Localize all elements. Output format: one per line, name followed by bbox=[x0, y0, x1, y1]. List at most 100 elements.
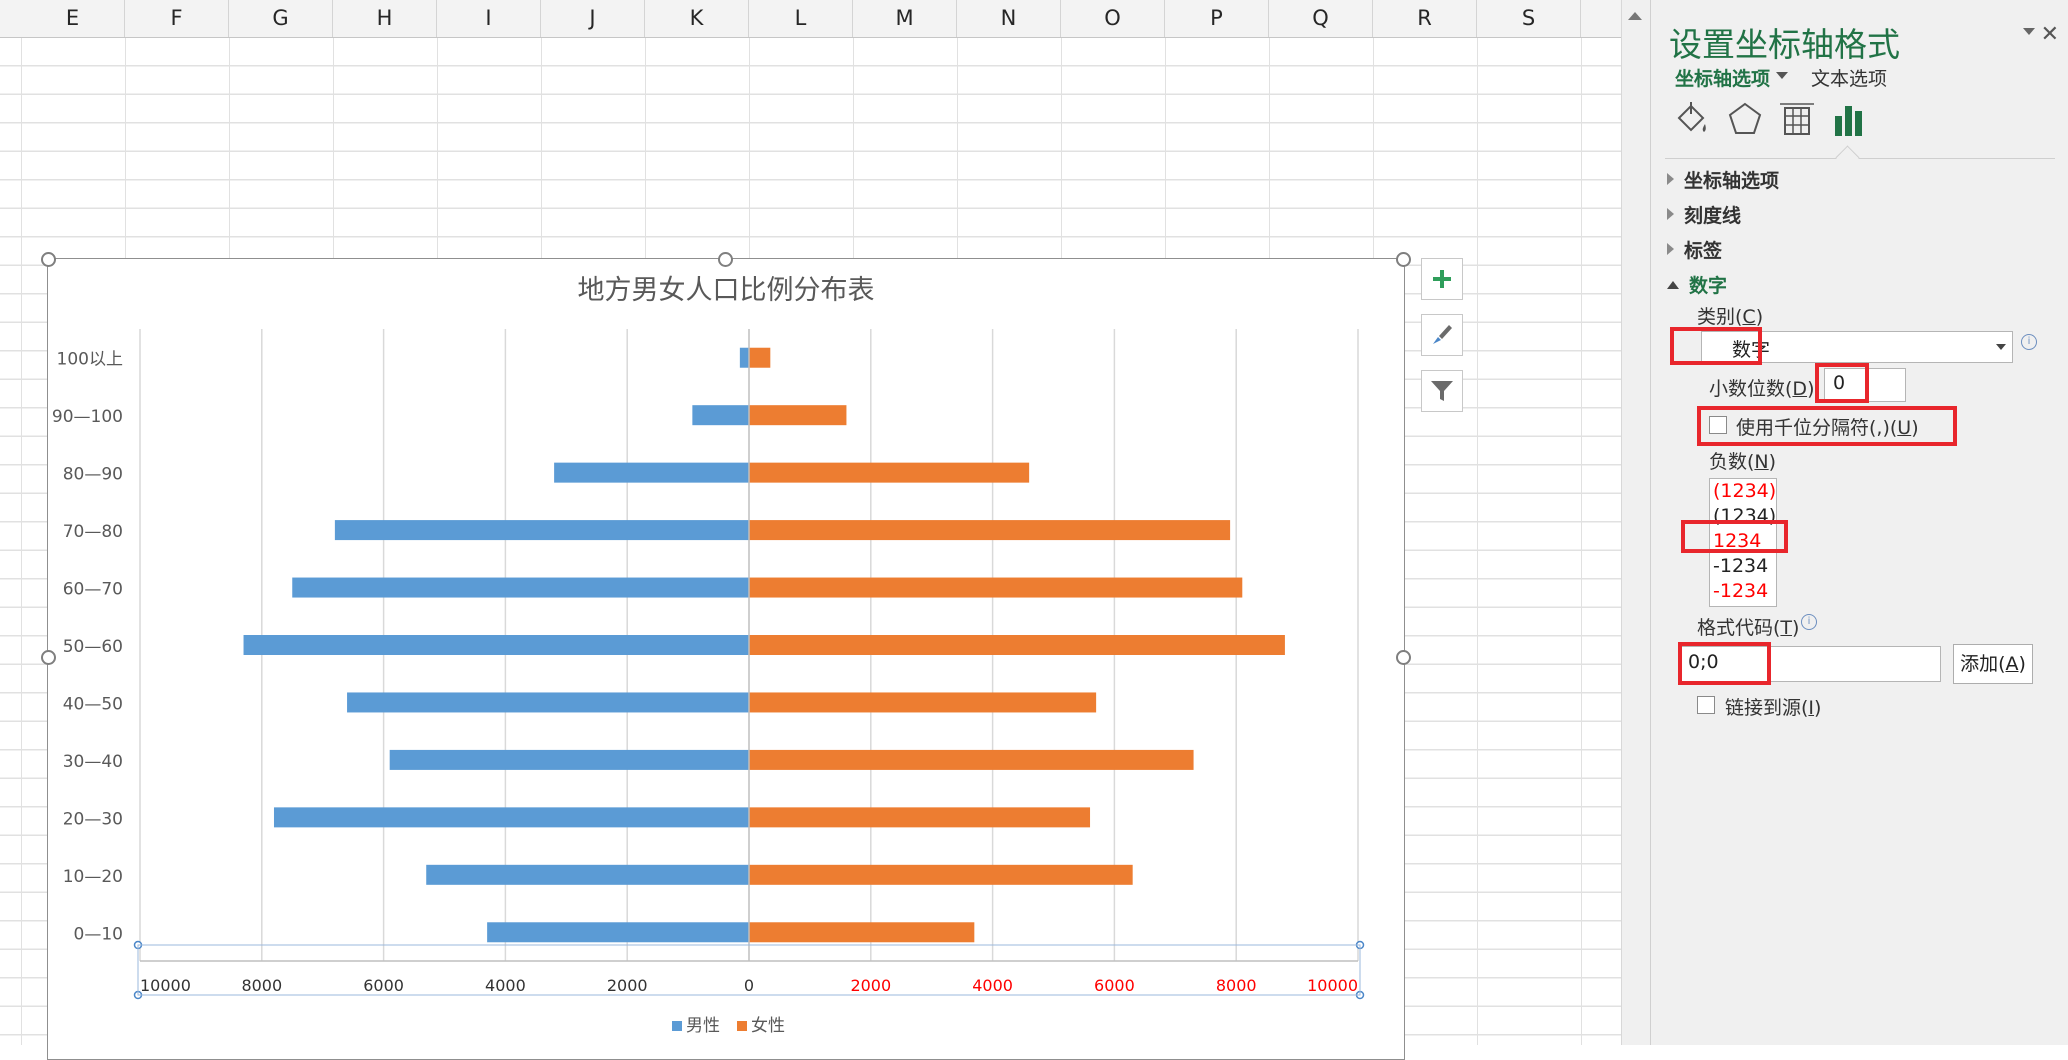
bar-female bbox=[749, 520, 1231, 541]
column-header-I[interactable]: I bbox=[437, 0, 541, 37]
resize-handle-top-right[interactable] bbox=[1396, 252, 1411, 267]
resize-handle-middle-left[interactable] bbox=[41, 650, 56, 665]
legend-label: 女性 bbox=[751, 1016, 785, 1036]
x-tick-label: 4000 bbox=[972, 976, 1013, 995]
column-header-Q[interactable]: Q bbox=[1269, 0, 1373, 37]
section-number[interactable]: 数字 bbox=[1667, 271, 1727, 298]
bar-male bbox=[389, 749, 749, 770]
thousands-separator-label: 使用千位分隔符(,)(U) bbox=[1736, 417, 1919, 439]
bar-female bbox=[749, 692, 1097, 713]
bar-male bbox=[292, 577, 749, 598]
link-to-source-label: 链接到源(I) bbox=[1725, 697, 1822, 719]
chart-elements-button[interactable] bbox=[1421, 258, 1463, 300]
pane-title: 设置坐标轴格式 bbox=[1669, 25, 1900, 64]
category-label: 20—30 bbox=[63, 809, 123, 829]
legend-swatch bbox=[672, 1021, 682, 1031]
negative-option[interactable]: (1234) bbox=[1710, 504, 1776, 529]
bar-male bbox=[487, 922, 749, 943]
section-tick-marks[interactable]: 刻度线 bbox=[1667, 201, 1741, 228]
negative-numbers-list[interactable]: (1234) (1234) 1234 -1234 -1234 bbox=[1709, 478, 1777, 607]
x-tick-label: 10000 bbox=[140, 976, 191, 995]
x-tick-label: 6000 bbox=[1094, 976, 1135, 995]
legend-swatch bbox=[737, 1021, 747, 1031]
bar-male bbox=[692, 405, 749, 426]
x-tick-label: 10000 bbox=[1307, 976, 1358, 995]
negative-option[interactable]: -1234 bbox=[1710, 579, 1776, 604]
decimal-places-input[interactable]: 0 bbox=[1824, 368, 1906, 402]
effects-pentagon-icon[interactable] bbox=[1725, 100, 1765, 140]
bar-female bbox=[749, 749, 1194, 770]
format-code-label: 格式代码(T) bbox=[1697, 617, 1800, 639]
x-tick-label: 8000 bbox=[241, 976, 282, 995]
category-label: 30—40 bbox=[63, 752, 123, 772]
axis-options-chart-icon[interactable] bbox=[1829, 100, 1869, 140]
category-select[interactable]: 数字 bbox=[1701, 331, 2013, 363]
population-pyramid-chart[interactable]: 地方男女人口比例分布表 0—10 10—20 20—30 30—40 40—50 50—60… bbox=[47, 258, 1405, 1060]
bar-male bbox=[243, 635, 749, 655]
chart-styles-button[interactable] bbox=[1421, 314, 1463, 356]
column-header-N[interactable]: N bbox=[957, 0, 1061, 37]
category-label: 80—90 bbox=[63, 465, 123, 485]
category-label: 70—80 bbox=[63, 522, 123, 542]
pane-options-chevron-icon[interactable] bbox=[2023, 28, 2035, 35]
column-header-O[interactable]: O bbox=[1061, 0, 1165, 37]
x-tick-label: 6000 bbox=[363, 976, 404, 995]
column-header-E[interactable]: E bbox=[21, 0, 125, 37]
size-properties-icon[interactable] bbox=[1777, 100, 1817, 140]
legend-label: 男性 bbox=[686, 1016, 720, 1036]
active-tab-indicator bbox=[1835, 145, 1860, 170]
format-code-input[interactable]: 0;0 bbox=[1681, 646, 1941, 682]
info-icon[interactable]: i bbox=[1801, 614, 1817, 630]
chart-title: 地方男女人口比例分布表 bbox=[578, 275, 875, 306]
category-label: 10—20 bbox=[63, 867, 123, 887]
tab-axis-options[interactable]: 坐标轴选项 bbox=[1675, 64, 1770, 91]
column-header-K[interactable]: K bbox=[645, 0, 749, 37]
resize-handle-top-center[interactable] bbox=[718, 252, 733, 267]
x-tick-label: 2000 bbox=[607, 976, 648, 995]
section-axis-options[interactable]: 坐标轴选项 bbox=[1667, 166, 1779, 193]
vertical-scrollbar[interactable] bbox=[1621, 0, 1650, 1045]
bar-male bbox=[347, 692, 749, 713]
thousands-separator-checkbox[interactable] bbox=[1709, 416, 1727, 434]
plus-icon bbox=[1433, 270, 1451, 288]
bar-male bbox=[334, 520, 749, 541]
add-format-button[interactable]: 添加(A) bbox=[1953, 644, 2033, 684]
x-tick-label: 0 bbox=[744, 976, 754, 995]
resize-handle-middle-right[interactable] bbox=[1396, 650, 1411, 665]
column-header-L[interactable]: L bbox=[749, 0, 853, 37]
column-header-M[interactable]: M bbox=[853, 0, 957, 37]
section-labels[interactable]: 标签 bbox=[1667, 236, 1722, 263]
column-header-R[interactable]: R bbox=[1373, 0, 1477, 37]
scroll-up-icon[interactable] bbox=[1628, 12, 1642, 20]
bar-female bbox=[749, 922, 975, 943]
paintbrush-icon bbox=[1433, 325, 1452, 344]
category-label: 60—70 bbox=[63, 580, 123, 600]
bar-male bbox=[426, 864, 749, 885]
info-icon[interactable]: i bbox=[2021, 334, 2037, 350]
chart-plot: 地方男女人口比例分布表 0—10 10—20 20—30 30—40 40—50 50—60… bbox=[52, 275, 1365, 1036]
bar-female bbox=[749, 405, 847, 426]
fill-line-icon[interactable] bbox=[1673, 100, 1713, 140]
column-header-S[interactable]: S bbox=[1477, 0, 1581, 37]
bar-female bbox=[749, 864, 1133, 885]
column-header-H[interactable]: H bbox=[333, 0, 437, 37]
x-tick-label: 2000 bbox=[850, 976, 891, 995]
bar-female bbox=[749, 462, 1030, 483]
negative-option-selected[interactable]: 1234 bbox=[1710, 529, 1776, 554]
link-to-source-checkbox[interactable] bbox=[1697, 696, 1715, 714]
category-label: 100以上 bbox=[57, 350, 123, 370]
chevron-down-icon[interactable] bbox=[1776, 72, 1788, 79]
negative-option[interactable]: -1234 bbox=[1710, 554, 1776, 579]
resize-handle-top-left[interactable] bbox=[41, 252, 56, 267]
bar-male bbox=[554, 462, 749, 483]
close-icon[interactable]: ✕ bbox=[2041, 22, 2059, 47]
dropdown-arrow-icon[interactable] bbox=[1996, 344, 2006, 350]
column-header-J[interactable]: J bbox=[541, 0, 645, 37]
column-header-P[interactable]: P bbox=[1165, 0, 1269, 37]
category-value: 数字 bbox=[1732, 339, 1771, 361]
negative-option[interactable]: (1234) bbox=[1710, 479, 1776, 504]
chart-filters-button[interactable] bbox=[1421, 370, 1463, 412]
column-header-G[interactable]: G bbox=[229, 0, 333, 37]
tab-text-options[interactable]: 文本选项 bbox=[1811, 64, 1887, 91]
column-header-F[interactable]: F bbox=[125, 0, 229, 37]
